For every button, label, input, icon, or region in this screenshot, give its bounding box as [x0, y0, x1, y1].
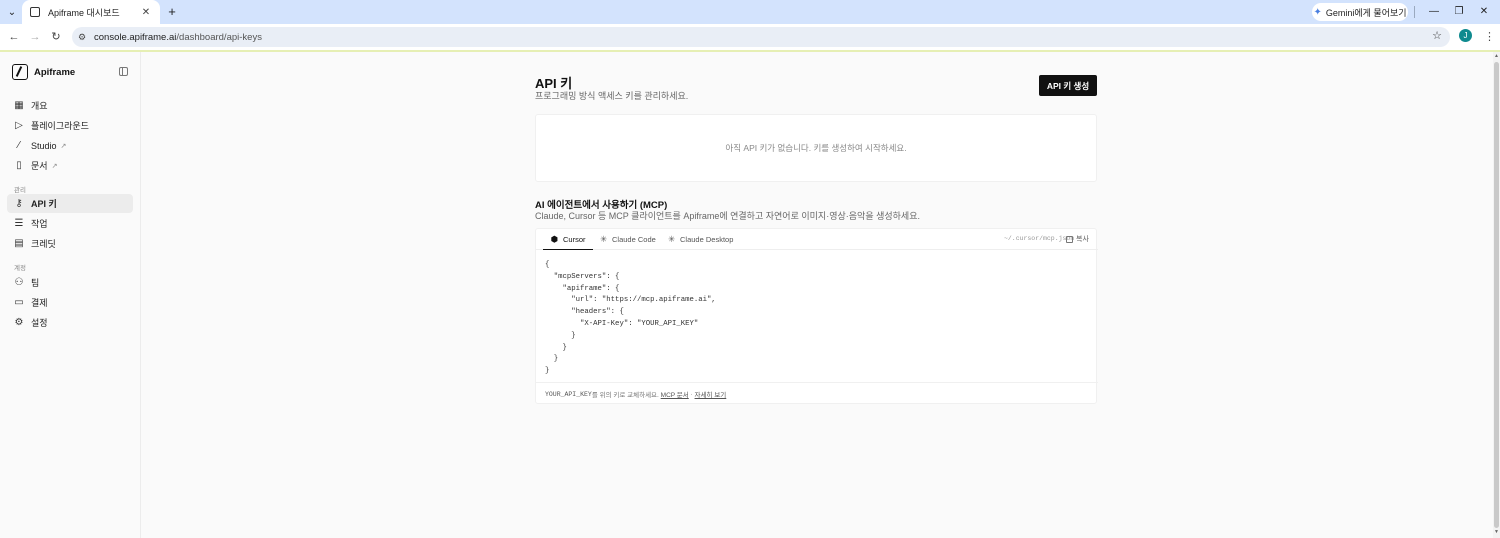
play-icon: ▷ — [15, 119, 23, 131]
sidebar-item-jobs[interactable]: ☰ 작업 — [7, 214, 133, 233]
book-icon: ▯ — [16, 159, 22, 171]
receipt-icon: ▤ — [14, 237, 24, 249]
tab-search-chevron-icon[interactable]: ⌄ — [4, 4, 20, 20]
sidebar-item-label: API 키 — [31, 199, 57, 209]
wand-icon: ⁄ — [18, 139, 20, 151]
footer-api-key-placeholder: YOUR_API_KEY — [545, 390, 592, 398]
sidebar-item-label: 결제 — [31, 298, 48, 308]
api-keys-empty-state: 아직 API 키가 없습니다. 키를 생성하여 시작하세요. — [535, 114, 1097, 182]
mcp-config-code[interactable]: { "mcpServers": { "apiframe": { "url": "… — [545, 260, 716, 378]
sidebar-item-label: 개요 — [31, 101, 48, 111]
sidebar-item-label: Studio — [31, 140, 57, 151]
tab-claude-desktop[interactable]: ✳ Claude Desktop — [660, 229, 740, 250]
restore-icon[interactable]: ❐ — [1451, 4, 1467, 20]
reload-icon[interactable]: ↻ — [48, 29, 64, 45]
external-link-icon: ↗ — [60, 142, 67, 150]
mcp-section-subtitle: Claude, Cursor 등 MCP 클라이언트를 Apiframe에 연결… — [535, 211, 920, 221]
users-icon: ⚇ — [14, 276, 24, 288]
scroll-up-arrow-icon[interactable]: ▲ — [1493, 53, 1500, 60]
sidebar: Apiframe ▦ 개요 ▷ 플레이그라운드 ⁄ Studio ↗ ▯ 문서 … — [0, 52, 141, 538]
cursor-logo-icon: ⬢ — [550, 233, 559, 244]
grid-icon: ▦ — [14, 99, 24, 111]
address-bar[interactable]: ⚙ console.apiframe.ai/dashboard/api-keys… — [72, 27, 1450, 47]
sidebar-item-label: 크레딧 — [31, 239, 56, 249]
copy-icon — [1066, 235, 1073, 243]
toolbar-accent-line — [0, 50, 1500, 52]
tab-title: Apiframe 대시보드 — [48, 7, 120, 18]
sidebar-item-credits[interactable]: ▤ 크레딧 — [7, 234, 133, 253]
sidebar-item-docs[interactable]: ▯ 문서 ↗ — [7, 156, 133, 175]
tab-claude-code[interactable]: ✳ Claude Code — [592, 229, 663, 250]
tab-cursor[interactable]: ⬢ Cursor — [543, 229, 593, 250]
window-close-icon[interactable]: ✕ — [1476, 4, 1492, 20]
minimize-icon[interactable]: — — [1426, 4, 1442, 20]
gear-icon: ⚙ — [14, 316, 24, 328]
sidebar-item-label: 작업 — [31, 219, 48, 229]
copy-button[interactable]: 복사 — [1066, 234, 1089, 244]
page-subtitle: 프로그래밍 방식 액세스 키를 관리하세요. — [535, 91, 689, 101]
url-host: console.apiframe.ai — [94, 31, 177, 43]
external-link-icon: ↗ — [51, 162, 58, 170]
window-controls-divider — [1414, 6, 1415, 18]
sidebar-collapse-icon[interactable] — [119, 67, 128, 76]
claude-logo-icon: ✳ — [667, 234, 676, 244]
sidebar-item-label: 팀 — [31, 278, 40, 288]
browser-toolbar: ← → ↻ ⚙ console.apiframe.ai/dashboard/ap… — [0, 24, 1500, 50]
sidebar-item-playground[interactable]: ▷ 플레이그라운드 — [7, 116, 133, 135]
sidebar-item-label: 플레이그라운드 — [31, 121, 89, 131]
browser-tab[interactable]: Apiframe 대시보드 ✕ — [22, 0, 160, 24]
browser-menu-icon[interactable]: ⋮ — [1484, 29, 1495, 45]
browser-tabstrip: ⌄ Apiframe 대시보드 ✕ + ✦ Gemini에게 물어보기 — ❐ … — [0, 0, 1500, 24]
mcp-docs-link[interactable]: MCP 문서 — [661, 389, 689, 399]
learn-more-link[interactable]: 자세히 보기 — [695, 389, 727, 399]
sidebar-item-label: 문서 — [31, 161, 48, 171]
sidebar-item-team[interactable]: ⚇ 팀 — [7, 273, 133, 292]
gemini-sparkle-icon: ✦ — [1313, 6, 1322, 18]
tab-label: Claude Desktop — [680, 235, 734, 244]
sidebar-item-billing[interactable]: ▭ 결제 — [7, 293, 133, 312]
gemini-button[interactable]: ✦ Gemini에게 물어보기 — [1312, 3, 1408, 21]
bookmark-star-icon[interactable]: ☆ — [1432, 29, 1442, 42]
url-text: console.apiframe.ai/dashboard/api-keys — [94, 32, 262, 43]
new-tab-plus-icon[interactable]: + — [164, 4, 180, 20]
sidebar-item-label: 설정 — [31, 318, 48, 328]
create-api-key-button[interactable]: API 키 생성 — [1039, 75, 1097, 96]
profile-avatar[interactable]: J — [1459, 29, 1472, 42]
apiframe-logo-icon — [12, 64, 28, 80]
mcp-config-card: ⬢ Cursor ✳ Claude Code ✳ Claude Desktop … — [535, 228, 1098, 405]
tab-close-icon[interactable]: ✕ — [140, 7, 152, 18]
empty-state-text: 아직 API 키가 없습니다. 키를 생성하여 시작하세요. — [725, 143, 907, 153]
back-arrow-icon[interactable]: ← — [6, 29, 22, 45]
sidebar-item-overview[interactable]: ▦ 개요 — [7, 96, 133, 115]
credit-card-icon: ▭ — [14, 296, 24, 308]
mcp-footer: YOUR_API_KEY 를 위의 키로 교체하세요. MCP 문서 · 자세히… — [536, 382, 1098, 405]
brand-name: Apiframe — [34, 66, 76, 78]
mcp-client-tabs: ⬢ Cursor ✳ Claude Code ✳ Claude Desktop … — [536, 229, 1098, 250]
sidebar-item-studio[interactable]: ⁄ Studio ↗ — [7, 136, 133, 155]
tab-label: Cursor — [563, 234, 586, 244]
sidebar-item-settings[interactable]: ⚙ 설정 — [7, 313, 133, 332]
forward-arrow-icon[interactable]: → — [27, 29, 43, 45]
section-label-account: 계정 — [14, 265, 26, 272]
section-label-manage: 관리 — [14, 187, 26, 194]
favicon-icon — [30, 7, 40, 17]
page-scrollbar-thumb[interactable] — [1494, 62, 1499, 528]
tab-label: Claude Code — [612, 235, 656, 244]
claude-logo-icon: ✳ — [599, 234, 608, 244]
key-icon: ⚷ — [15, 197, 23, 209]
brand[interactable]: Apiframe — [12, 64, 75, 80]
footer-instruction: 를 위의 키로 교체하세요. — [591, 392, 659, 399]
site-info-icon[interactable]: ⚙ — [78, 32, 92, 43]
config-file-path: ~/.cursor/mcp.json — [1004, 235, 1075, 242]
copy-label: 복사 — [1076, 236, 1089, 243]
gemini-label: Gemini에게 물어보기 — [1325, 7, 1407, 18]
scroll-down-arrow-icon[interactable]: ▼ — [1493, 529, 1500, 536]
sidebar-item-api-keys[interactable]: ⚷ API 키 — [7, 194, 133, 213]
list-icon: ☰ — [14, 217, 24, 229]
url-path: /dashboard/api-keys — [176, 31, 262, 43]
